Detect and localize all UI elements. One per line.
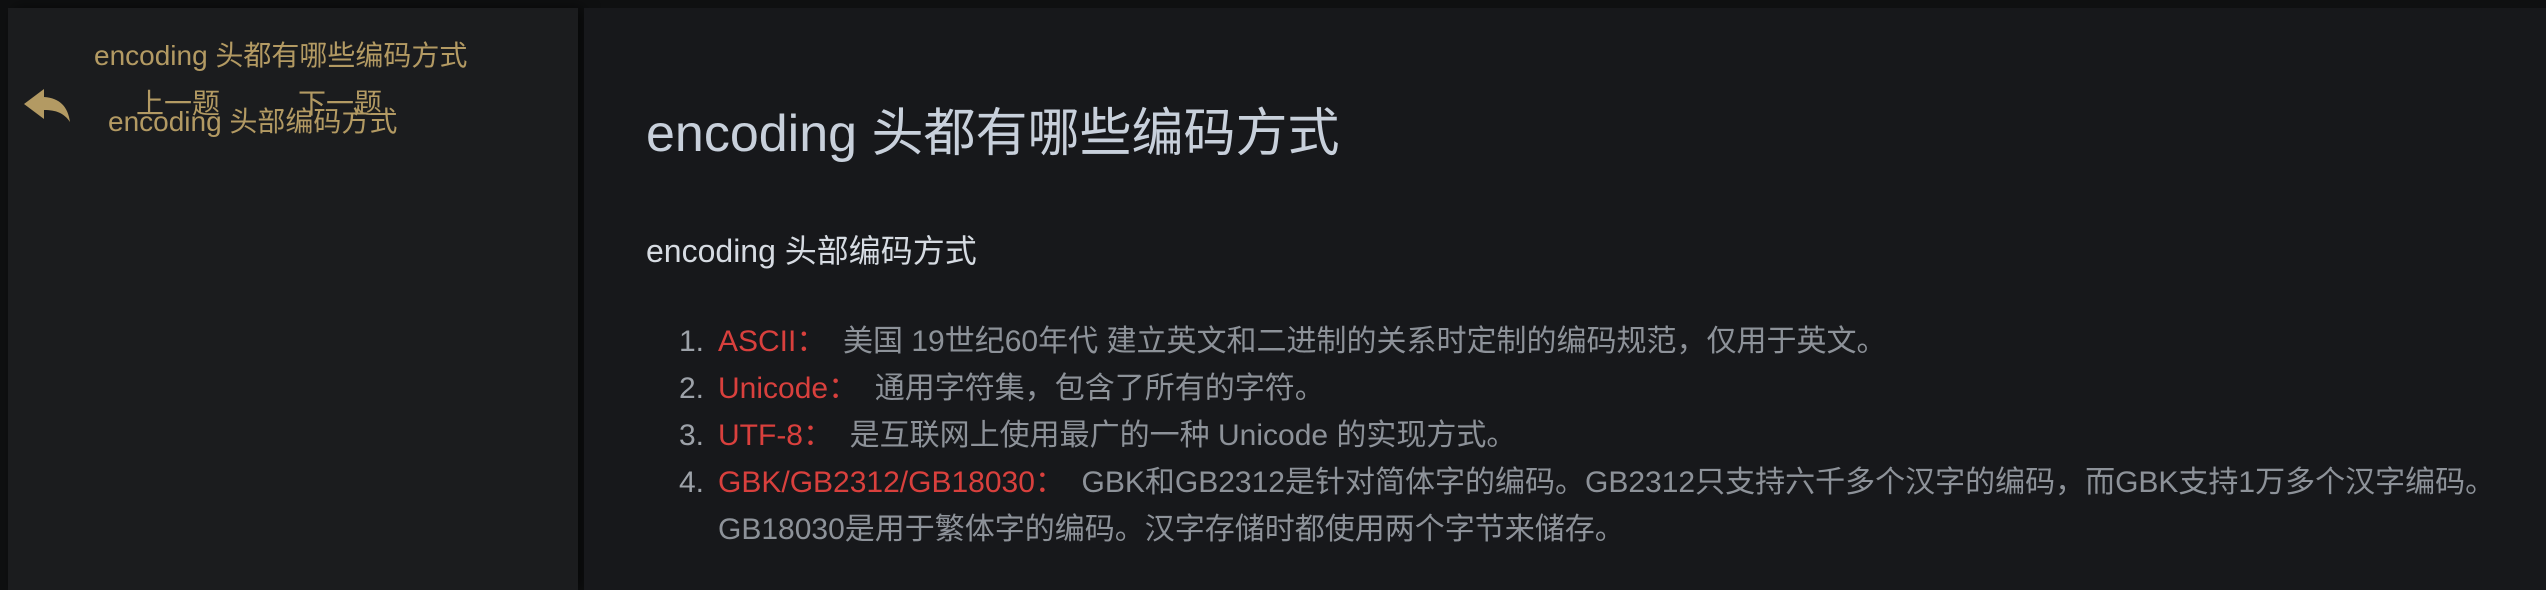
app-window: encoding 头都有哪些编码方式 上一题 下一题 encoding 头部编码… (0, 0, 2546, 590)
list-number: 1. (678, 325, 704, 358)
list-number: 2. (678, 372, 704, 405)
encoding-term: Unicode： (718, 372, 859, 405)
nav-current-section: encoding 头部编码方式 (108, 106, 398, 137)
page-title: encoding 头都有哪些编码方式 (646, 105, 1340, 163)
encoding-description: 是互联网上使用最广的一种 Unicode 的实现方式。 (849, 419, 1517, 452)
section-title: encoding 头部编码方式 (646, 233, 977, 269)
list-item: 2. Unicode： 通用字符集，包含了所有的字符。 (646, 365, 2506, 412)
list-number: 4. (678, 466, 704, 499)
encoding-description: 美国 19世纪60年代 建立英文和二进制的关系时定制的编码规范，仅用于英文。 (843, 325, 1887, 358)
list-item: 4. GBK/GB2312/GB18030： GBK和GB2312是针对简体字的编… (646, 459, 2506, 553)
encoding-term: GBK/GB2312/GB18030： (718, 466, 1065, 499)
back-arrow-icon[interactable] (20, 84, 72, 124)
encoding-list: 1. ASCII： 美国 19世纪60年代 建立英文和二进制的关系时定制的编码规范… (646, 318, 2506, 553)
list-item: 1. ASCII： 美国 19世纪60年代 建立英文和二进制的关系时定制的编码规范… (646, 318, 2506, 365)
sidebar (8, 8, 578, 590)
list-item: 3. UTF-8： 是互联网上使用最广的一种 Unicode 的实现方式。 (646, 412, 2506, 459)
encoding-term: ASCII： (718, 325, 827, 358)
encoding-term: UTF-8： (718, 419, 833, 452)
list-number: 3. (678, 419, 704, 452)
encoding-description: 通用字符集，包含了所有的字符。 (874, 372, 1325, 405)
nav-question-title[interactable]: encoding 头都有哪些编码方式 (94, 38, 467, 74)
